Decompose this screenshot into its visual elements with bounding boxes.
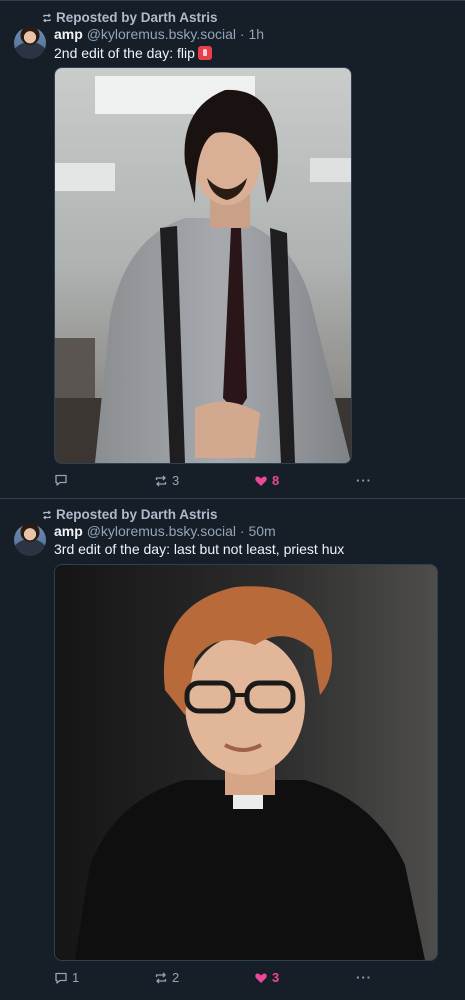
heart-icon: [255, 476, 267, 486]
repost-indicator[interactable]: Reposted by Darth Astris: [42, 507, 218, 522]
more-icon: ···: [356, 473, 372, 488]
avatar[interactable]: [14, 524, 46, 556]
post-actions: 3 8 ···: [54, 473, 441, 493]
post-header: amp @kyloremus.bsky.social · 1h: [54, 26, 264, 42]
like-count: 8: [272, 473, 280, 488]
post-image-graphic: [55, 68, 351, 463]
reply-button[interactable]: [54, 473, 72, 487]
avatar[interactable]: [14, 27, 46, 59]
separator-dot: ·: [239, 523, 245, 539]
repost-label: Reposted by Darth Astris: [56, 507, 218, 522]
post-image-graphic: [55, 565, 437, 960]
reply-button[interactable]: 1: [54, 970, 79, 985]
post-time[interactable]: 1h: [248, 26, 264, 42]
repost-icon: [155, 475, 167, 486]
feed-post[interactable]: Reposted by Darth Astris amp @kyloremus.…: [0, 0, 465, 499]
repost-indicator[interactable]: Reposted by Darth Astris: [42, 10, 218, 25]
repost-icon: [43, 13, 51, 22]
author-handle[interactable]: @kyloremus.bsky.social: [87, 26, 236, 42]
post-image[interactable]: [54, 564, 438, 961]
post-actions: 1 2 3 ···: [54, 970, 441, 990]
reply-count: 1: [72, 970, 80, 985]
more-button[interactable]: ···: [356, 970, 372, 985]
separator-dot: ·: [239, 26, 245, 42]
reply-icon: [55, 474, 67, 486]
post-time[interactable]: 50m: [248, 523, 275, 539]
author-name[interactable]: amp: [54, 26, 83, 42]
author-name[interactable]: amp: [54, 523, 83, 539]
post-text-content: 2nd edit of the day: flip: [54, 45, 195, 61]
more-button[interactable]: ···: [356, 473, 372, 488]
like-button[interactable]: 3: [254, 970, 279, 985]
repost-label: Reposted by Darth Astris: [56, 10, 218, 25]
heart-icon: [255, 973, 267, 983]
more-icon: ···: [356, 970, 372, 985]
feed-post[interactable]: Reposted by Darth Astris amp @kyloremus.…: [0, 499, 465, 1000]
post-image[interactable]: [54, 67, 352, 464]
repost-icon: [43, 510, 51, 519]
post-text: 3rd edit of the day: last but not least,…: [54, 541, 344, 557]
author-handle[interactable]: @kyloremus.bsky.social: [87, 523, 236, 539]
siren-emoji: [197, 46, 212, 60]
repost-icon: [155, 972, 167, 983]
repost-count: 3: [172, 473, 180, 488]
like-button[interactable]: 8: [254, 473, 279, 488]
like-count: 3: [272, 970, 280, 985]
repost-count: 2: [172, 970, 180, 985]
repost-button[interactable]: 2: [154, 970, 179, 985]
repost-button[interactable]: 3: [154, 473, 179, 488]
post-header: amp @kyloremus.bsky.social · 50m: [54, 523, 276, 539]
reply-icon: [55, 972, 67, 984]
post-text-content: 3rd edit of the day: last but not least,…: [54, 541, 345, 557]
post-text: 2nd edit of the day: flip: [54, 45, 212, 61]
